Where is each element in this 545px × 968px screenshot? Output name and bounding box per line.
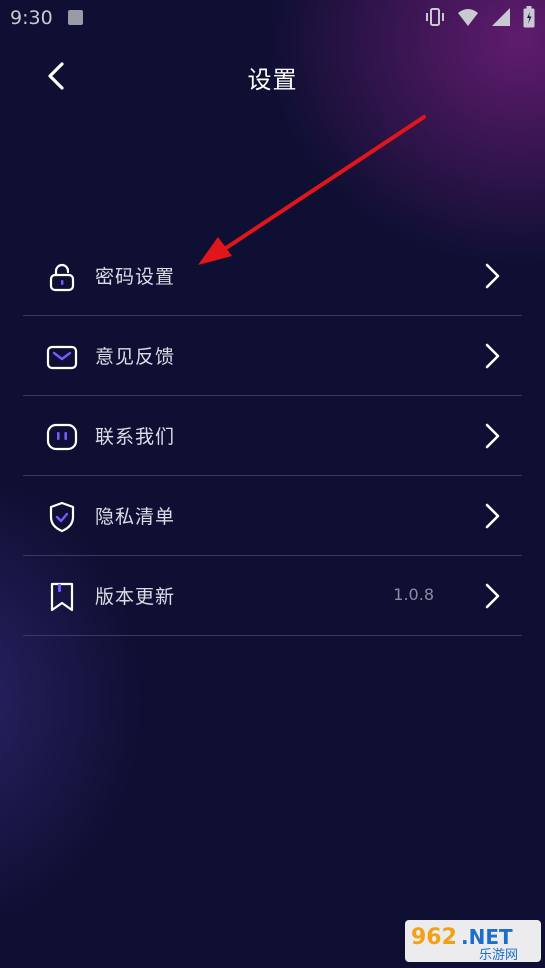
shield-icon [46, 501, 78, 533]
svg-text:乐游网: 乐游网 [479, 948, 518, 963]
menu-item-label: 隐私清单 [95, 506, 176, 528]
svg-text:962: 962 [411, 925, 457, 950]
menu-item-label: 意见反馈 [95, 346, 176, 368]
menu-item-privacy[interactable]: 隐私清单 [23, 476, 522, 556]
header: 设置 [0, 40, 545, 110]
menu-item-label: 联系我们 [95, 426, 176, 448]
menu-item-password[interactable]: 密码设置 [23, 236, 522, 316]
mail-icon [46, 341, 78, 373]
wifi-icon [457, 7, 479, 31]
notification-icon [68, 10, 83, 25]
chevron-right-icon [482, 262, 502, 290]
version-number: 1.0.8 [393, 585, 434, 604]
chevron-right-icon [482, 582, 502, 610]
vibrate-icon [425, 7, 445, 31]
menu-item-contact[interactable]: 联系我们 [23, 396, 522, 476]
chat-icon [46, 421, 78, 453]
watermark-logo: 962 .NET 乐游网 [405, 918, 541, 964]
settings-menu: 密码设置 意见反馈 联系我们 隐私清单 版本更新 1.0.8 [23, 236, 522, 636]
battery-icon [523, 6, 535, 32]
status-icons [425, 6, 535, 32]
menu-item-feedback[interactable]: 意见反馈 [23, 316, 522, 396]
page-title: 设置 [247, 66, 298, 94]
status-bar: 9:30 [0, 0, 545, 36]
menu-item-version[interactable]: 版本更新 1.0.8 [23, 556, 522, 636]
status-time: 9:30 [10, 7, 53, 29]
signal-icon [491, 7, 511, 31]
chevron-right-icon [482, 342, 502, 370]
lock-icon [46, 261, 78, 293]
menu-item-label: 密码设置 [95, 266, 176, 288]
chevron-right-icon [482, 422, 502, 450]
chevron-right-icon [482, 502, 502, 530]
menu-item-label: 版本更新 [95, 586, 176, 608]
bookmark-icon [46, 581, 78, 613]
svg-text:.NET: .NET [461, 925, 513, 949]
